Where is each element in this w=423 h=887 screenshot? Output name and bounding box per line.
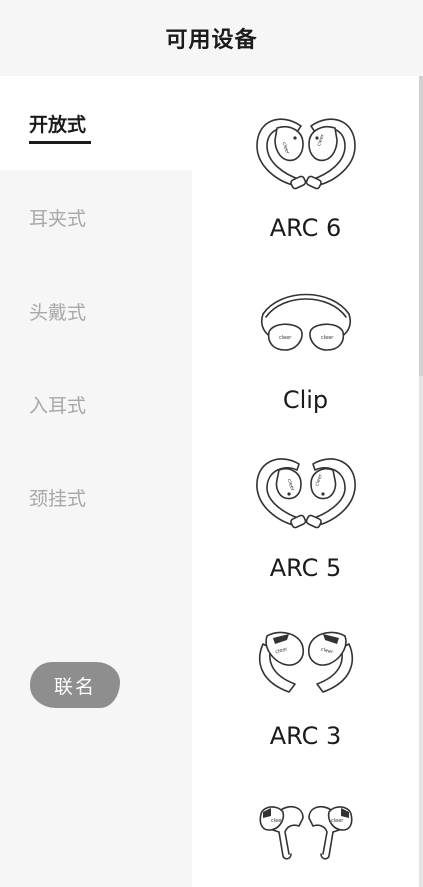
device-card-arc-6[interactable]: cleer cleer ARC 6 <box>192 114 419 254</box>
page-title: 可用设备 <box>165 28 258 53</box>
device-card-clip[interactable]: cleer cleer Clip <box>192 286 419 426</box>
cobrand-button[interactable]: 联名 <box>30 662 120 708</box>
open-earbuds-icon: cleer cleer <box>259 805 353 860</box>
device-name: ARC 6 <box>269 214 342 242</box>
category-label: 耳夹式 <box>29 207 87 230</box>
category-label: 入耳式 <box>29 394 87 417</box>
category-sidebar: 开放式 耳夹式 头戴式 入耳式 颈挂式 <box>0 76 192 887</box>
category-label: 颈挂式 <box>29 487 87 510</box>
top-bar: 可用设备 <box>0 0 423 76</box>
arc3-earbuds-icon: cleer cleer <box>259 631 353 693</box>
device-name: Clip <box>282 386 329 414</box>
device-card-open-earbuds[interactable]: cleer cleer <box>192 790 419 887</box>
category-ear-clip[interactable]: 耳夹式 <box>0 170 192 264</box>
cobrand-label: 联名 <box>53 675 96 698</box>
svg-text:cleer: cleer <box>321 335 334 341</box>
device-name: ARC 3 <box>269 722 342 750</box>
scrollbar-thumb[interactable] <box>419 76 423 376</box>
svg-text:cleer: cleer <box>271 818 284 824</box>
category-neckband[interactable]: 颈挂式 <box>0 450 192 544</box>
category-headband[interactable]: 头戴式 <box>0 264 192 358</box>
category-in-ear[interactable]: 入耳式 <box>0 357 192 451</box>
svg-text:cleer: cleer <box>331 818 344 824</box>
svg-text:cleer: cleer <box>279 335 292 341</box>
device-card-arc-5[interactable]: cleer cleer ARC 5 <box>192 454 419 594</box>
device-card-arc-3[interactable]: cleer cleer ARC 3 <box>192 622 419 762</box>
device-name: ARC 5 <box>269 554 342 582</box>
arc6-earbuds-icon: cleer cleer <box>256 118 356 190</box>
category-open[interactable]: 开放式 <box>0 76 192 170</box>
scrollbar[interactable] <box>419 76 423 887</box>
clip-earbuds-icon: cleer cleer <box>260 293 352 351</box>
category-label: 开放式 <box>29 113 87 136</box>
arc5-earbuds-icon: cleer cleer <box>256 458 356 529</box>
device-list: cleer cleer ARC 6 cleer cleer Clip cleer… <box>192 76 419 887</box>
category-label: 头戴式 <box>29 301 87 324</box>
